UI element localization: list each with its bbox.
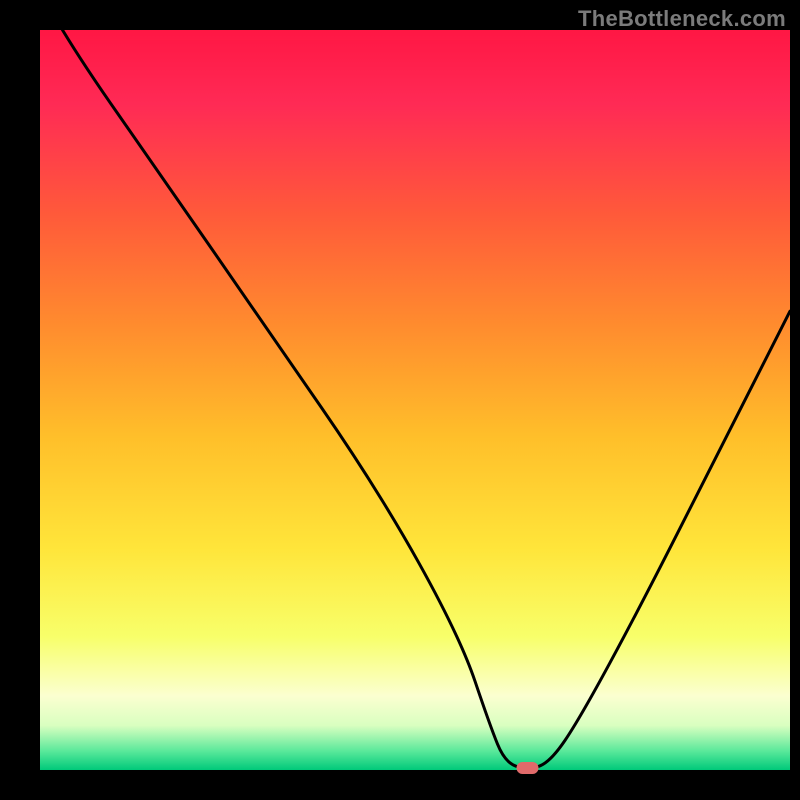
chart-frame: TheBottleneck.com [0,0,800,800]
bottleneck-chart [0,0,800,800]
plot-background [40,30,790,770]
optimal-marker [517,762,539,774]
watermark-label: TheBottleneck.com [578,6,786,32]
